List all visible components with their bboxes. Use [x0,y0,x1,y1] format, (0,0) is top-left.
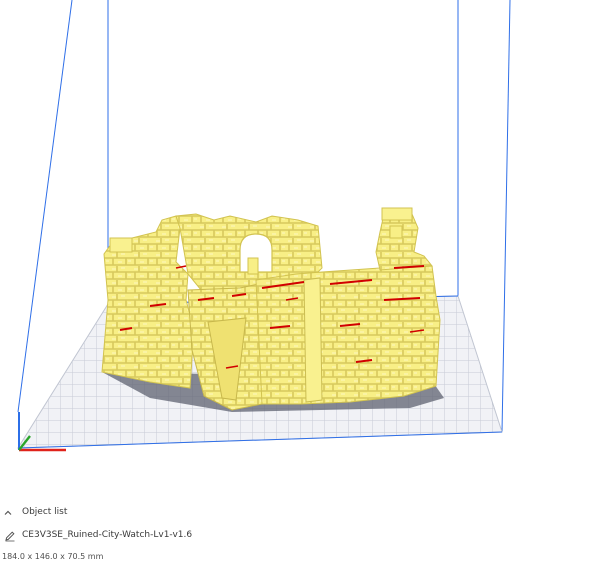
slicer-window: Object list CE3V3SE_Ruined-City-Watch-Lv… [0,0,600,569]
object-name: CE3V3SE_Ruined-City-Watch-Lv1-v1.6 [22,530,193,540]
build-scene[interactable] [0,0,600,498]
pencil-icon[interactable] [4,530,16,542]
object-list-item[interactable]: CE3V3SE_Ruined-City-Watch-Lv1-v1.6 [0,529,300,543]
build-volume-right-edge [501,0,511,433]
chevron-up-icon [4,510,12,515]
build-volume-left-edge [17,0,73,413]
object-list-toggle[interactable]: Object list [0,506,200,520]
model-ruined-city-watch[interactable] [101,207,441,411]
object-list-panel: Object list CE3V3SE_Ruined-City-Watch-Lv… [0,498,600,569]
object-dimensions: 184.0 x 146.0 x 70.5 mm [2,552,104,561]
3d-viewport[interactable] [0,0,600,498]
object-list-title: Object list [22,507,68,517]
